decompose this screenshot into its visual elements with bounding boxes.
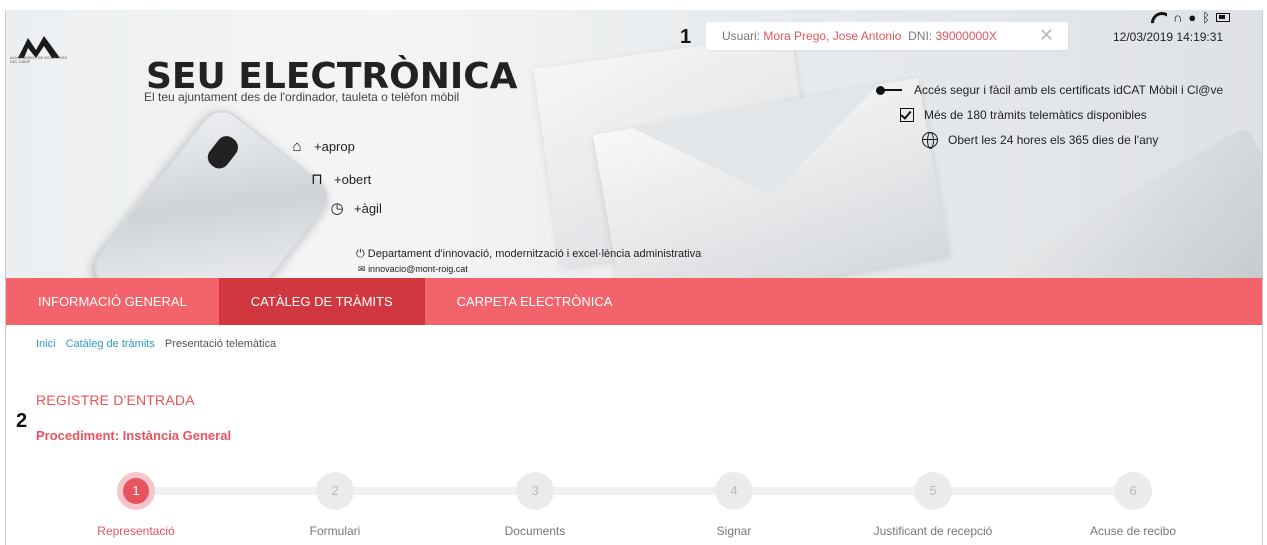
step-label: Signar: [716, 524, 752, 538]
step-circle[interactable]: 3: [516, 472, 554, 510]
step-justificant[interactable]: 5 Justificant de recepció: [833, 460, 1033, 538]
step-circle[interactable]: 6: [1114, 472, 1152, 510]
system-status-icons: ∩ ● ᛒ: [1151, 10, 1231, 25]
step-acuse[interactable]: 6 Acuse de recibo: [1033, 460, 1233, 538]
step-signar[interactable]: 4 Signar: [634, 460, 834, 538]
wizard-stepper: 1 Representació 2 Formulari 3 Documents …: [6, 460, 1262, 545]
feature-hours: Obert les 24 hores els 365 dies de l'any: [922, 132, 1158, 149]
step-label: Formulari: [309, 524, 361, 538]
globe-icon: [922, 132, 938, 149]
unlock-icon: ⊓: [311, 171, 323, 188]
feature-access: Accés segur i fàcil amb els certificats …: [876, 83, 1223, 97]
home-icon: ⌂: [292, 138, 302, 155]
nav-cataleg-tramits[interactable]: CATÀLEG DE TRÀMITS: [218, 278, 425, 325]
step-label: Representació: [97, 524, 175, 538]
department-line: ⏻ Departament d'innovació, modernització…: [356, 248, 702, 260]
user-dni: 39000000X: [935, 29, 997, 43]
datetime: 12/03/2019 14:19:31: [1113, 30, 1224, 44]
breadcrumb-home[interactable]: Inici: [36, 338, 56, 350]
nav-informacio-general[interactable]: INFORMACIÓ GENERAL: [6, 278, 219, 325]
breadcrumb: Inici Catàleg de tràmits Presentació tel…: [36, 338, 276, 350]
step-formulari[interactable]: 2 Formulari: [235, 460, 435, 538]
step-label: Acuse de recibo: [1089, 524, 1177, 538]
annotation-marker-1: 1: [680, 26, 692, 48]
user-name: Mora Prego, Jose Antonio: [763, 29, 902, 43]
logout-close-icon[interactable]: ✕: [1039, 25, 1054, 46]
headphones-icon: ∩: [1173, 10, 1183, 25]
keyboard-image: [986, 125, 1262, 278]
battery-icon: [1216, 13, 1231, 22]
main-navbar: INFORMACIÓ GENERAL CATÀLEG DE TRÀMITS CA…: [6, 278, 1262, 325]
step-circle[interactable]: 1: [117, 472, 155, 510]
user-session-box: Usuari: Mora Prego, Jose Antonio DNI: 39…: [706, 22, 1068, 50]
step-circle[interactable]: 5: [914, 472, 952, 510]
procedure-title: Procediment: Instància General: [36, 428, 232, 443]
bluetooth-icon: ᛒ: [1202, 10, 1211, 25]
key-icon: [876, 86, 904, 95]
breadcrumb-catalog[interactable]: Catàleg de tràmits: [66, 338, 155, 350]
logo-caption: AJUNTAMENT DE MONT-ROIG DEL CAMP: [10, 55, 68, 64]
step-label: Justificant de recepció: [873, 524, 993, 538]
power-icon: ⏻: [356, 248, 365, 260]
feature-aprop: ⌂ +aprop: [288, 138, 354, 155]
department-email: ✉ innovacio@mont-roig.cat: [358, 264, 468, 274]
breadcrumb-current: Presentació telemàtica: [164, 338, 277, 350]
mail-icon: ✉: [358, 264, 366, 274]
nav-carpeta-electronica[interactable]: CARPETA ELECTRÒNICA: [425, 278, 645, 325]
page-frame: AJUNTAMENT DE MONT-ROIG DEL CAMP SEU ELE…: [5, 10, 1263, 545]
step-label: Documents: [504, 524, 566, 538]
header-banner: AJUNTAMENT DE MONT-ROIG DEL CAMP SEU ELE…: [6, 10, 1262, 278]
feature-agil: ◷ +àgil: [328, 199, 381, 217]
checkbox-icon: [900, 108, 914, 122]
step-documents[interactable]: 3 Documents: [435, 460, 635, 538]
step-circle[interactable]: 4: [715, 472, 753, 510]
wifi-icon: [1151, 12, 1167, 24]
step-circle[interactable]: 2: [316, 472, 354, 510]
heart-icon: ●: [1188, 10, 1197, 25]
clock-icon: ◷: [330, 200, 344, 217]
step-representacio[interactable]: 1 Representació: [36, 460, 236, 538]
feature-obert: ⊓ +obert: [308, 170, 371, 188]
phone-image: [85, 101, 337, 278]
site-subtitle: El teu ajuntament des de l'ordinador, ta…: [144, 90, 460, 104]
page-title: REGISTRE D'ENTRADA: [36, 392, 195, 408]
annotation-marker-2: 2: [16, 410, 28, 432]
feature-procedures: Més de 180 tràmits telemàtics disponible…: [900, 108, 1147, 122]
